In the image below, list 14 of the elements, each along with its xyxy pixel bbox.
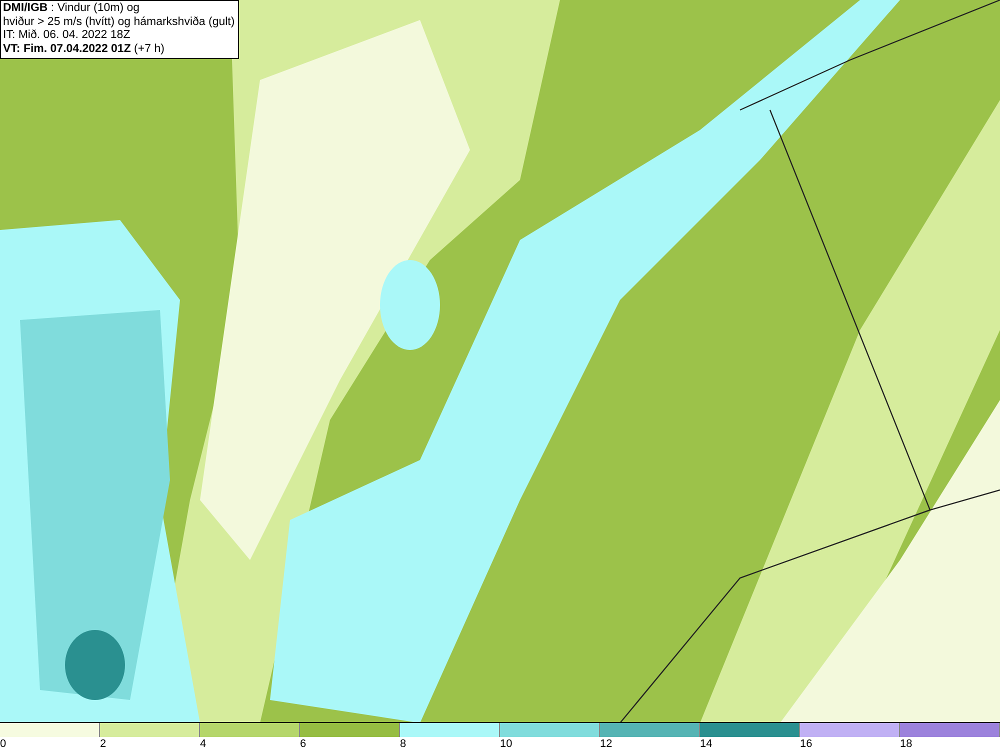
legend-tick-label: 8: [400, 737, 406, 752]
info-line: IT: Mið. 06. 04. 2022 18Z: [3, 29, 132, 42]
legend-tick-label: 2: [100, 737, 106, 752]
legend-tick-label: 16: [800, 737, 812, 752]
legend-tick-label: 10: [500, 737, 512, 752]
legend-tick-label: 6: [300, 737, 306, 752]
legend-tick-label: 14: [700, 737, 712, 752]
info-line: DMI/IGB : Vindur (10m) og: [3, 2, 141, 16]
info-line: hviður > 25 m/s (hvítt) og hámarkshviða (gult): [3, 16, 235, 29]
legend-tick-label: 0: [0, 737, 6, 752]
legend-tick-label: 4: [200, 737, 206, 752]
legend-tick-label: 18: [900, 737, 912, 752]
info-line: VT: Fim. 07.04.2022 01Z (+7 h): [3, 42, 166, 56]
legend-tick-label: 12: [600, 737, 612, 752]
